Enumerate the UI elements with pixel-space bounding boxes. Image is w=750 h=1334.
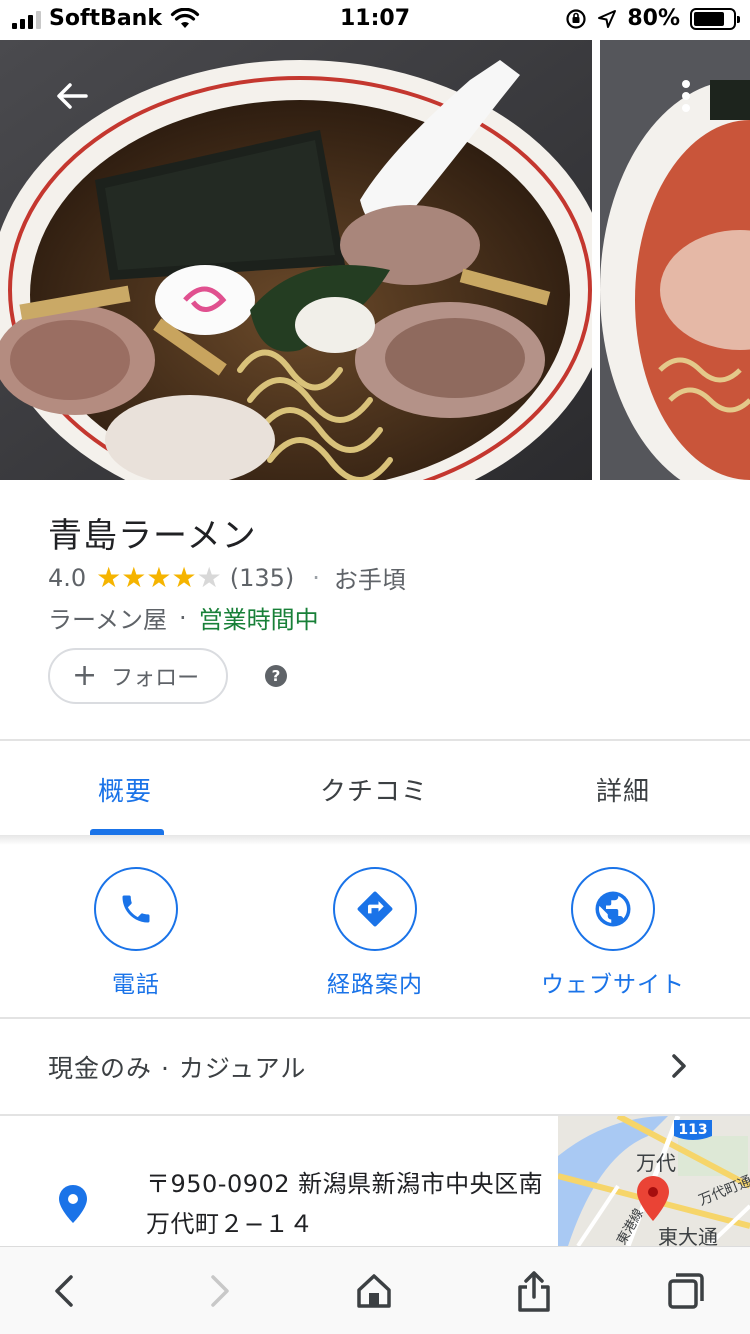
website-button-circle [571, 867, 655, 951]
map-label-bandai: 万代 [636, 1151, 676, 1175]
call-button[interactable]: 電話 [26, 867, 246, 999]
review-count: (135) [229, 563, 295, 592]
tab-shadow [0, 835, 750, 845]
call-button-circle [94, 867, 178, 951]
back-arrow-icon[interactable] [52, 76, 92, 116]
address-row[interactable]: 〒950-0902 新潟県新潟市中央区南万代町２−１４ 113 万代 万代町通 … [0, 1116, 750, 1246]
battery-percentage: 80% [627, 6, 680, 31]
price-separator: · [312, 563, 320, 592]
directions-button[interactable]: 経路案内 [265, 867, 485, 999]
price-level: お手頃 [333, 566, 406, 594]
directions-label: 経路案内 [327, 972, 423, 998]
tab-bar: 概要 クチコミ 詳細 [0, 739, 750, 835]
address-text: 〒950-0902 新潟県新潟市中央区南万代町２−１４ [146, 1170, 544, 1238]
rating-score: 4.0 [48, 563, 87, 592]
website-label: ウェブサイト [541, 972, 685, 998]
browser-back-button[interactable] [42, 1269, 86, 1313]
website-button[interactable]: ウェブサイト [503, 867, 723, 999]
phone-icon [122, 895, 150, 923]
rating-row[interactable]: 4.0 ★ ★ ★ ★ ★ (135) · お手頃 [48, 560, 406, 595]
category-row: ラーメン屋 · 営業時間中 [48, 600, 319, 635]
tab-reviews[interactable]: クチコミ [320, 771, 428, 808]
map-thumbnail[interactable]: 113 万代 万代町通 東港線 東大通 [558, 1116, 750, 1246]
rating-stars: ★ ★ ★ ★ ★ [96, 560, 222, 594]
tab-overview[interactable]: 概要 [98, 771, 152, 808]
chevron-left-icon [55, 1275, 73, 1307]
home-icon [357, 1274, 391, 1308]
chevron-right-icon [211, 1275, 229, 1307]
star-empty-icon: ★ [196, 560, 222, 594]
attributes-row[interactable]: 現金のみ · カジュアル [0, 1019, 750, 1114]
more-vertical-icon[interactable] [674, 76, 698, 116]
share-icon [518, 1271, 550, 1312]
category-label: ラーメン屋 [48, 606, 168, 634]
tabs-icon [668, 1273, 704, 1309]
follow-button[interactable]: + フォロー [48, 648, 228, 704]
orientation-lock-icon [566, 8, 586, 29]
location-pin-icon [59, 1185, 87, 1223]
action-buttons: 電話 経路案内 ウェブサイト [0, 845, 750, 1017]
location-arrow-icon [598, 9, 617, 28]
star-filled-icon: ★ [146, 560, 172, 594]
browser-toolbar [0, 1246, 750, 1334]
place-name: 青島ラーメン [48, 516, 257, 556]
map-image: 113 万代 万代町通 東港線 東大通 [558, 1116, 750, 1246]
status-bar: SoftBank 11:07 80% [0, 0, 750, 40]
directions-button-circle [333, 867, 417, 951]
open-status: 営業時間中 [198, 606, 319, 634]
photo-carousel[interactable] [0, 40, 750, 480]
route-number-label: 113 [678, 1122, 707, 1138]
attributes-text: 現金のみ · カジュアル [48, 1054, 307, 1083]
tab-details[interactable]: 詳細 [596, 771, 650, 808]
map-label-higashiodori: 東大通 [658, 1225, 718, 1246]
directions-icon [357, 891, 393, 927]
star-filled-icon: ★ [96, 560, 122, 594]
call-label: 電話 [112, 972, 160, 998]
plus-icon: + [72, 658, 98, 693]
category-separator: · [179, 603, 187, 632]
star-filled-icon: ★ [171, 560, 197, 594]
browser-forward-button[interactable] [198, 1269, 242, 1313]
home-button[interactable] [352, 1269, 396, 1313]
share-button[interactable] [512, 1269, 556, 1313]
help-icon[interactable]: ? [265, 665, 287, 687]
globe-icon [595, 891, 631, 927]
follow-label: フォロー [111, 666, 200, 691]
status-bar-right: 80% [565, 6, 740, 31]
chevron-right-icon [672, 1054, 686, 1078]
star-filled-icon: ★ [121, 560, 147, 594]
tabs-button[interactable] [664, 1269, 708, 1313]
battery-icon [690, 7, 740, 30]
